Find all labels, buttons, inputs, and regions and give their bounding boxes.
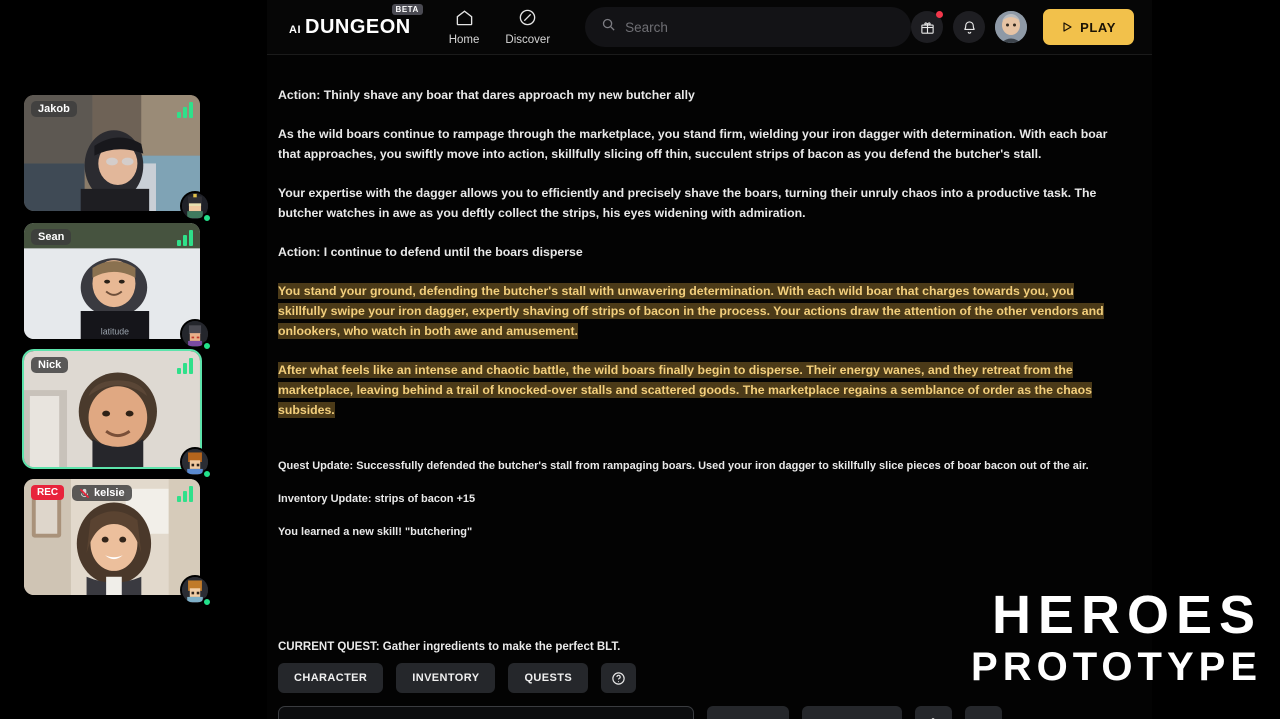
- story-paragraph: Action: Thinly shave any boar that dares…: [278, 88, 695, 102]
- header-actions: PLAY: [911, 9, 1152, 45]
- play-button[interactable]: PLAY: [1043, 9, 1134, 45]
- story-action-label: Action: I continue to defend until the b…: [278, 245, 583, 259]
- story-paragraph-highlighted[interactable]: After what feels like an intense and cha…: [278, 360, 1121, 420]
- play-label: PLAY: [1080, 19, 1116, 35]
- submit-button[interactable]: SUBMIT: [707, 706, 790, 719]
- skill-update-text: You learned a new skill! "butchering": [278, 526, 473, 538]
- video-tile-sean[interactable]: latitude Sean: [22, 221, 212, 351]
- quests-button[interactable]: QUESTS: [508, 663, 589, 693]
- mic-muted-icon: [79, 488, 90, 499]
- compass-icon: [518, 8, 537, 32]
- current-quest-text: CURRENT QUEST: Gather ingredients to mak…: [278, 641, 621, 653]
- nav-label-discover: Discover: [505, 34, 551, 46]
- watermark-line-1: HEROES: [991, 585, 1262, 645]
- thumbs-down-button[interactable]: [964, 706, 1002, 719]
- participant-name: kelsie: [94, 487, 125, 499]
- search-input[interactable]: Search: [585, 7, 912, 47]
- participant-name-badge: Nick: [31, 357, 69, 373]
- participant-name-badge: Jakob: [31, 101, 77, 117]
- online-status-dot: [202, 213, 212, 223]
- search-icon: [601, 17, 616, 37]
- participant-name: Nick: [38, 359, 62, 371]
- story-paragraph-highlighted[interactable]: You stand your ground, defending the but…: [278, 281, 1121, 341]
- primary-nav: Home Discover: [449, 8, 550, 46]
- notification-dot: [936, 11, 944, 18]
- game-updates: Quest Update: Successfully defended the …: [278, 458, 1121, 541]
- video-tile-kelsie[interactable]: REC kelsie: [22, 477, 212, 607]
- online-status-dot: [202, 469, 212, 479]
- bell-icon: [963, 20, 975, 34]
- search-placeholder: Search: [625, 19, 668, 35]
- participant-name: Jakob: [38, 103, 70, 115]
- inventory-update-text: Inventory Update: strips of bacon +15: [278, 493, 476, 505]
- video-tile-nick[interactable]: Nick: [22, 349, 212, 479]
- gift-icon: [920, 21, 934, 34]
- signal-strength-icon: [177, 102, 193, 118]
- logo-ai-text: AI: [289, 23, 301, 36]
- watermark-line-2: PROTOTYPE: [971, 645, 1262, 689]
- logo-name-text: DUNGEON: [305, 15, 411, 38]
- online-status-dot: [202, 597, 212, 607]
- composer: SUBMIT CONTINUE: [278, 706, 1002, 719]
- participant-name: Sean: [38, 231, 65, 243]
- video-tile-jakob[interactable]: Jakob: [22, 93, 212, 223]
- recording-badge: REC: [31, 485, 65, 500]
- online-status-dot: [202, 341, 212, 351]
- highlighted-text: After what feels like an intense and cha…: [278, 362, 1092, 418]
- game-toolbar: CHARACTER INVENTORY QUESTS: [278, 663, 637, 693]
- story-input[interactable]: [278, 706, 694, 719]
- nav-label-home: Home: [448, 34, 480, 46]
- play-icon: [1063, 22, 1072, 32]
- nav-item-discover[interactable]: Discover: [505, 8, 550, 46]
- character-button[interactable]: CHARACTER: [278, 663, 384, 693]
- story-paragraph: Your expertise with the dagger allows yo…: [278, 186, 1097, 220]
- gift-button[interactable]: [911, 11, 944, 43]
- quest-update-text: Quest Update: Successfully defended the …: [278, 460, 1089, 472]
- beta-badge: BETA: [391, 3, 423, 15]
- help-circle-icon: [612, 671, 625, 685]
- svg-text:latitude: latitude: [101, 326, 129, 336]
- notifications-button[interactable]: [953, 11, 986, 43]
- signal-strength-icon: [177, 358, 193, 374]
- video-call-rail: Jakob latitude Sean Nick REC kelsie: [0, 0, 230, 719]
- help-button[interactable]: [601, 663, 637, 693]
- watermark: HEROES PROTOTYPE: [971, 587, 1262, 691]
- continue-button[interactable]: CONTINUE: [802, 706, 902, 719]
- avatar-image: [995, 11, 1028, 43]
- app-logo[interactable]: AI DUNGEON BETA: [289, 3, 423, 39]
- story-paragraph: As the wild boars continue to rampage th…: [278, 127, 1108, 161]
- signal-strength-icon: [177, 486, 193, 502]
- user-avatar[interactable]: [995, 11, 1028, 43]
- participant-name-badge: kelsie: [72, 485, 132, 501]
- signal-strength-icon: [177, 230, 193, 246]
- home-icon: [455, 8, 474, 32]
- story-text: Action: Thinly shave any boar that dares…: [278, 85, 1121, 557]
- highlighted-text: You stand your ground, defending the but…: [278, 283, 1104, 339]
- thumbs-up-button[interactable]: [914, 706, 952, 719]
- participant-name-badge: Sean: [31, 229, 72, 245]
- inventory-button[interactable]: INVENTORY: [396, 663, 496, 693]
- app-header: AI DUNGEON BETA Home Discover Search PLA…: [267, 0, 1152, 55]
- nav-item-home[interactable]: Home: [448, 8, 480, 46]
